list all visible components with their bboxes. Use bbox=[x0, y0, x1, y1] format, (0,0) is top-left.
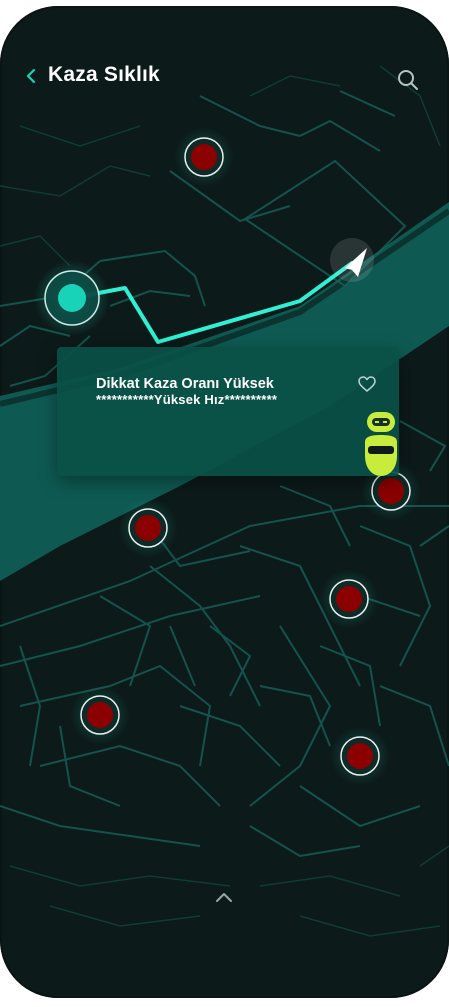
robot-assistant-icon[interactable] bbox=[362, 410, 400, 478]
back-button[interactable] bbox=[22, 64, 42, 88]
accident-marker[interactable] bbox=[330, 726, 390, 786]
top-bar: Kaza Sıklık bbox=[0, 56, 449, 96]
search-button[interactable] bbox=[396, 68, 420, 92]
accident-marker[interactable] bbox=[118, 498, 178, 558]
warning-detail: ***********Yüksek Hız********** bbox=[96, 392, 278, 407]
page-title: Kaza Sıklık bbox=[48, 63, 160, 86]
chevron-up-icon bbox=[216, 893, 232, 902]
phone-screen: Kaza Sıklık Dikkat Kaza Oranı Yüksek ***… bbox=[0, 6, 449, 998]
accident-marker[interactable] bbox=[70, 685, 130, 745]
navigation-arrow-icon bbox=[330, 238, 374, 282]
favorite-button[interactable] bbox=[357, 375, 377, 393]
start-location-marker[interactable] bbox=[34, 260, 110, 336]
warning-card[interactable]: Dikkat Kaza Oranı Yüksek ***********Yüks… bbox=[57, 347, 399, 476]
warning-title: Dikkat Kaza Oranı Yüksek bbox=[96, 376, 274, 392]
expand-panel-button[interactable] bbox=[212, 890, 236, 906]
heart-icon bbox=[358, 376, 376, 392]
accident-marker[interactable] bbox=[319, 569, 379, 629]
chevron-left-icon bbox=[26, 68, 36, 84]
accident-marker[interactable] bbox=[174, 127, 234, 187]
city-map[interactable] bbox=[0, 6, 449, 998]
search-icon bbox=[398, 70, 418, 90]
